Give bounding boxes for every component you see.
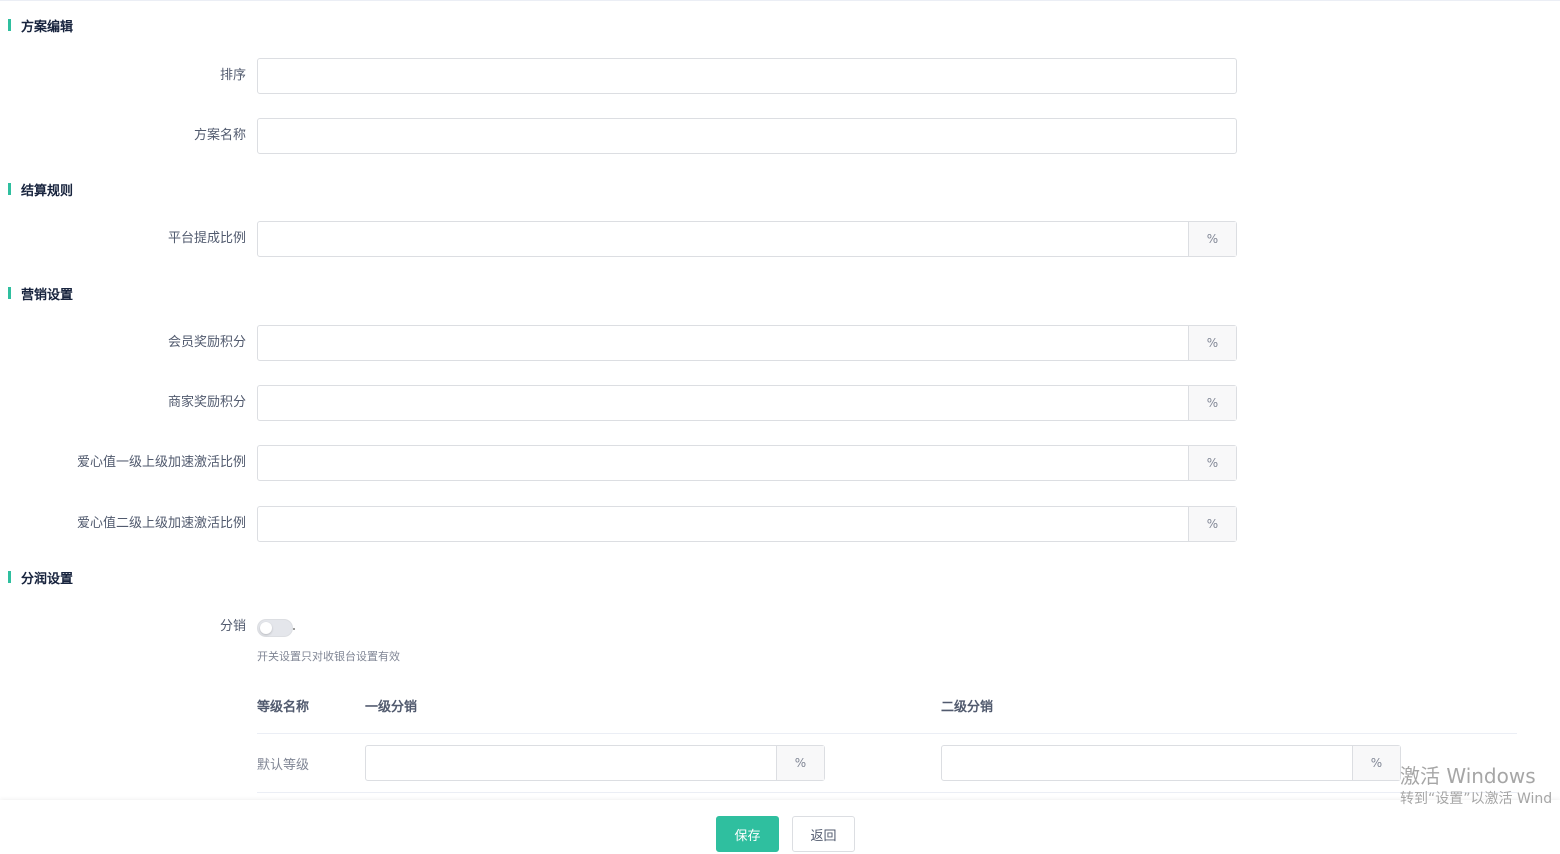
windows-activation-watermark: 激活 Windows <box>1400 764 1536 788</box>
member-points-label: 会员奖励积分 <box>167 335 246 350</box>
level1-input-wrapper: % <box>365 745 825 781</box>
percent-suffix: % <box>1188 386 1236 420</box>
sort-label: 排序 <box>219 68 246 83</box>
form-row-distribution: 分销 <box>0 609 300 645</box>
form-row-plan-name: 方案名称 <box>0 118 1240 154</box>
section-title-text: 结算规则 <box>21 183 74 199</box>
distribution-helper-text: 开关设置只对收银台设置有效 <box>257 650 400 663</box>
percent-suffix: % <box>1188 326 1236 360</box>
level2-input-wrapper: % <box>941 745 1401 781</box>
percent-suffix: % <box>1188 507 1236 541</box>
plan-name-label: 方案名称 <box>193 128 246 143</box>
table-header-level1: 一级分销 <box>365 700 418 715</box>
love-level1-input[interactable] <box>258 446 1188 480</box>
love-level2-input-wrapper: % <box>257 506 1237 542</box>
percent-suffix: % <box>1352 746 1400 780</box>
back-button[interactable]: 返回 <box>792 816 855 852</box>
percent-suffix: % <box>776 746 824 780</box>
section-title-profit-share: 分润设置 <box>8 569 74 587</box>
sort-input[interactable] <box>258 59 1236 93</box>
sort-input-wrapper <box>257 58 1237 94</box>
love-level2-input[interactable] <box>258 507 1188 541</box>
platform-ratio-label: 平台提成比例 <box>167 231 246 246</box>
distribution-label: 分销 <box>219 619 246 634</box>
table-header-level2: 二级分销 <box>941 700 994 715</box>
section-title-settlement: 结算规则 <box>8 181 74 199</box>
toggle-dot <box>293 628 295 630</box>
level1-distribution-input[interactable] <box>366 746 776 780</box>
member-points-input-wrapper: % <box>257 325 1237 361</box>
save-button[interactable]: 保存 <box>716 816 779 852</box>
table-header-divider <box>257 733 1517 734</box>
percent-suffix: % <box>1188 446 1236 480</box>
toggle-knob <box>260 622 272 634</box>
table-row-level-name: 默认等级 <box>257 758 310 773</box>
windows-activation-hint: 转到“设置”以激活 Wind <box>1400 791 1553 807</box>
footer-bar <box>0 800 1560 854</box>
plan-name-input-wrapper <box>257 118 1237 154</box>
distribution-toggle[interactable] <box>257 619 293 637</box>
section-title-text: 营销设置 <box>21 287 74 303</box>
section-accent-bar <box>8 19 11 31</box>
section-title-plan-edit: 方案编辑 <box>8 17 74 35</box>
table-row-divider <box>257 792 1517 793</box>
section-title-text: 分润设置 <box>21 571 74 587</box>
section-title-text: 方案编辑 <box>21 19 74 35</box>
love-level1-input-wrapper: % <box>257 445 1237 481</box>
form-row-merchant-points: 商家奖励积分 % <box>0 385 1240 421</box>
merchant-points-input[interactable] <box>258 386 1188 420</box>
form-row-platform-ratio: 平台提成比例 % <box>0 221 1240 257</box>
merchant-points-label: 商家奖励积分 <box>167 395 246 410</box>
form-row-love-level2: 爱心值二级上级加速激活比例 % <box>0 506 1240 542</box>
form-row-member-points: 会员奖励积分 % <box>0 325 1240 361</box>
section-title-marketing: 营销设置 <box>8 285 74 303</box>
top-divider <box>0 0 1560 1</box>
table-header-level-name: 等级名称 <box>257 700 310 715</box>
platform-ratio-input-wrapper: % <box>257 221 1237 257</box>
plan-name-input[interactable] <box>258 119 1236 153</box>
form-row-sort: 排序 <box>0 58 1240 94</box>
merchant-points-input-wrapper: % <box>257 385 1237 421</box>
love-level1-label: 爱心值一级上级加速激活比例 <box>76 455 246 470</box>
platform-ratio-input[interactable] <box>258 222 1188 256</box>
section-accent-bar <box>8 183 11 195</box>
section-accent-bar <box>8 287 11 299</box>
level2-distribution-input[interactable] <box>942 746 1352 780</box>
section-accent-bar <box>8 571 11 583</box>
percent-suffix: % <box>1188 222 1236 256</box>
member-points-input[interactable] <box>258 326 1188 360</box>
form-row-love-level1: 爱心值一级上级加速激活比例 % <box>0 445 1240 481</box>
love-level2-label: 爱心值二级上级加速激活比例 <box>76 516 246 531</box>
